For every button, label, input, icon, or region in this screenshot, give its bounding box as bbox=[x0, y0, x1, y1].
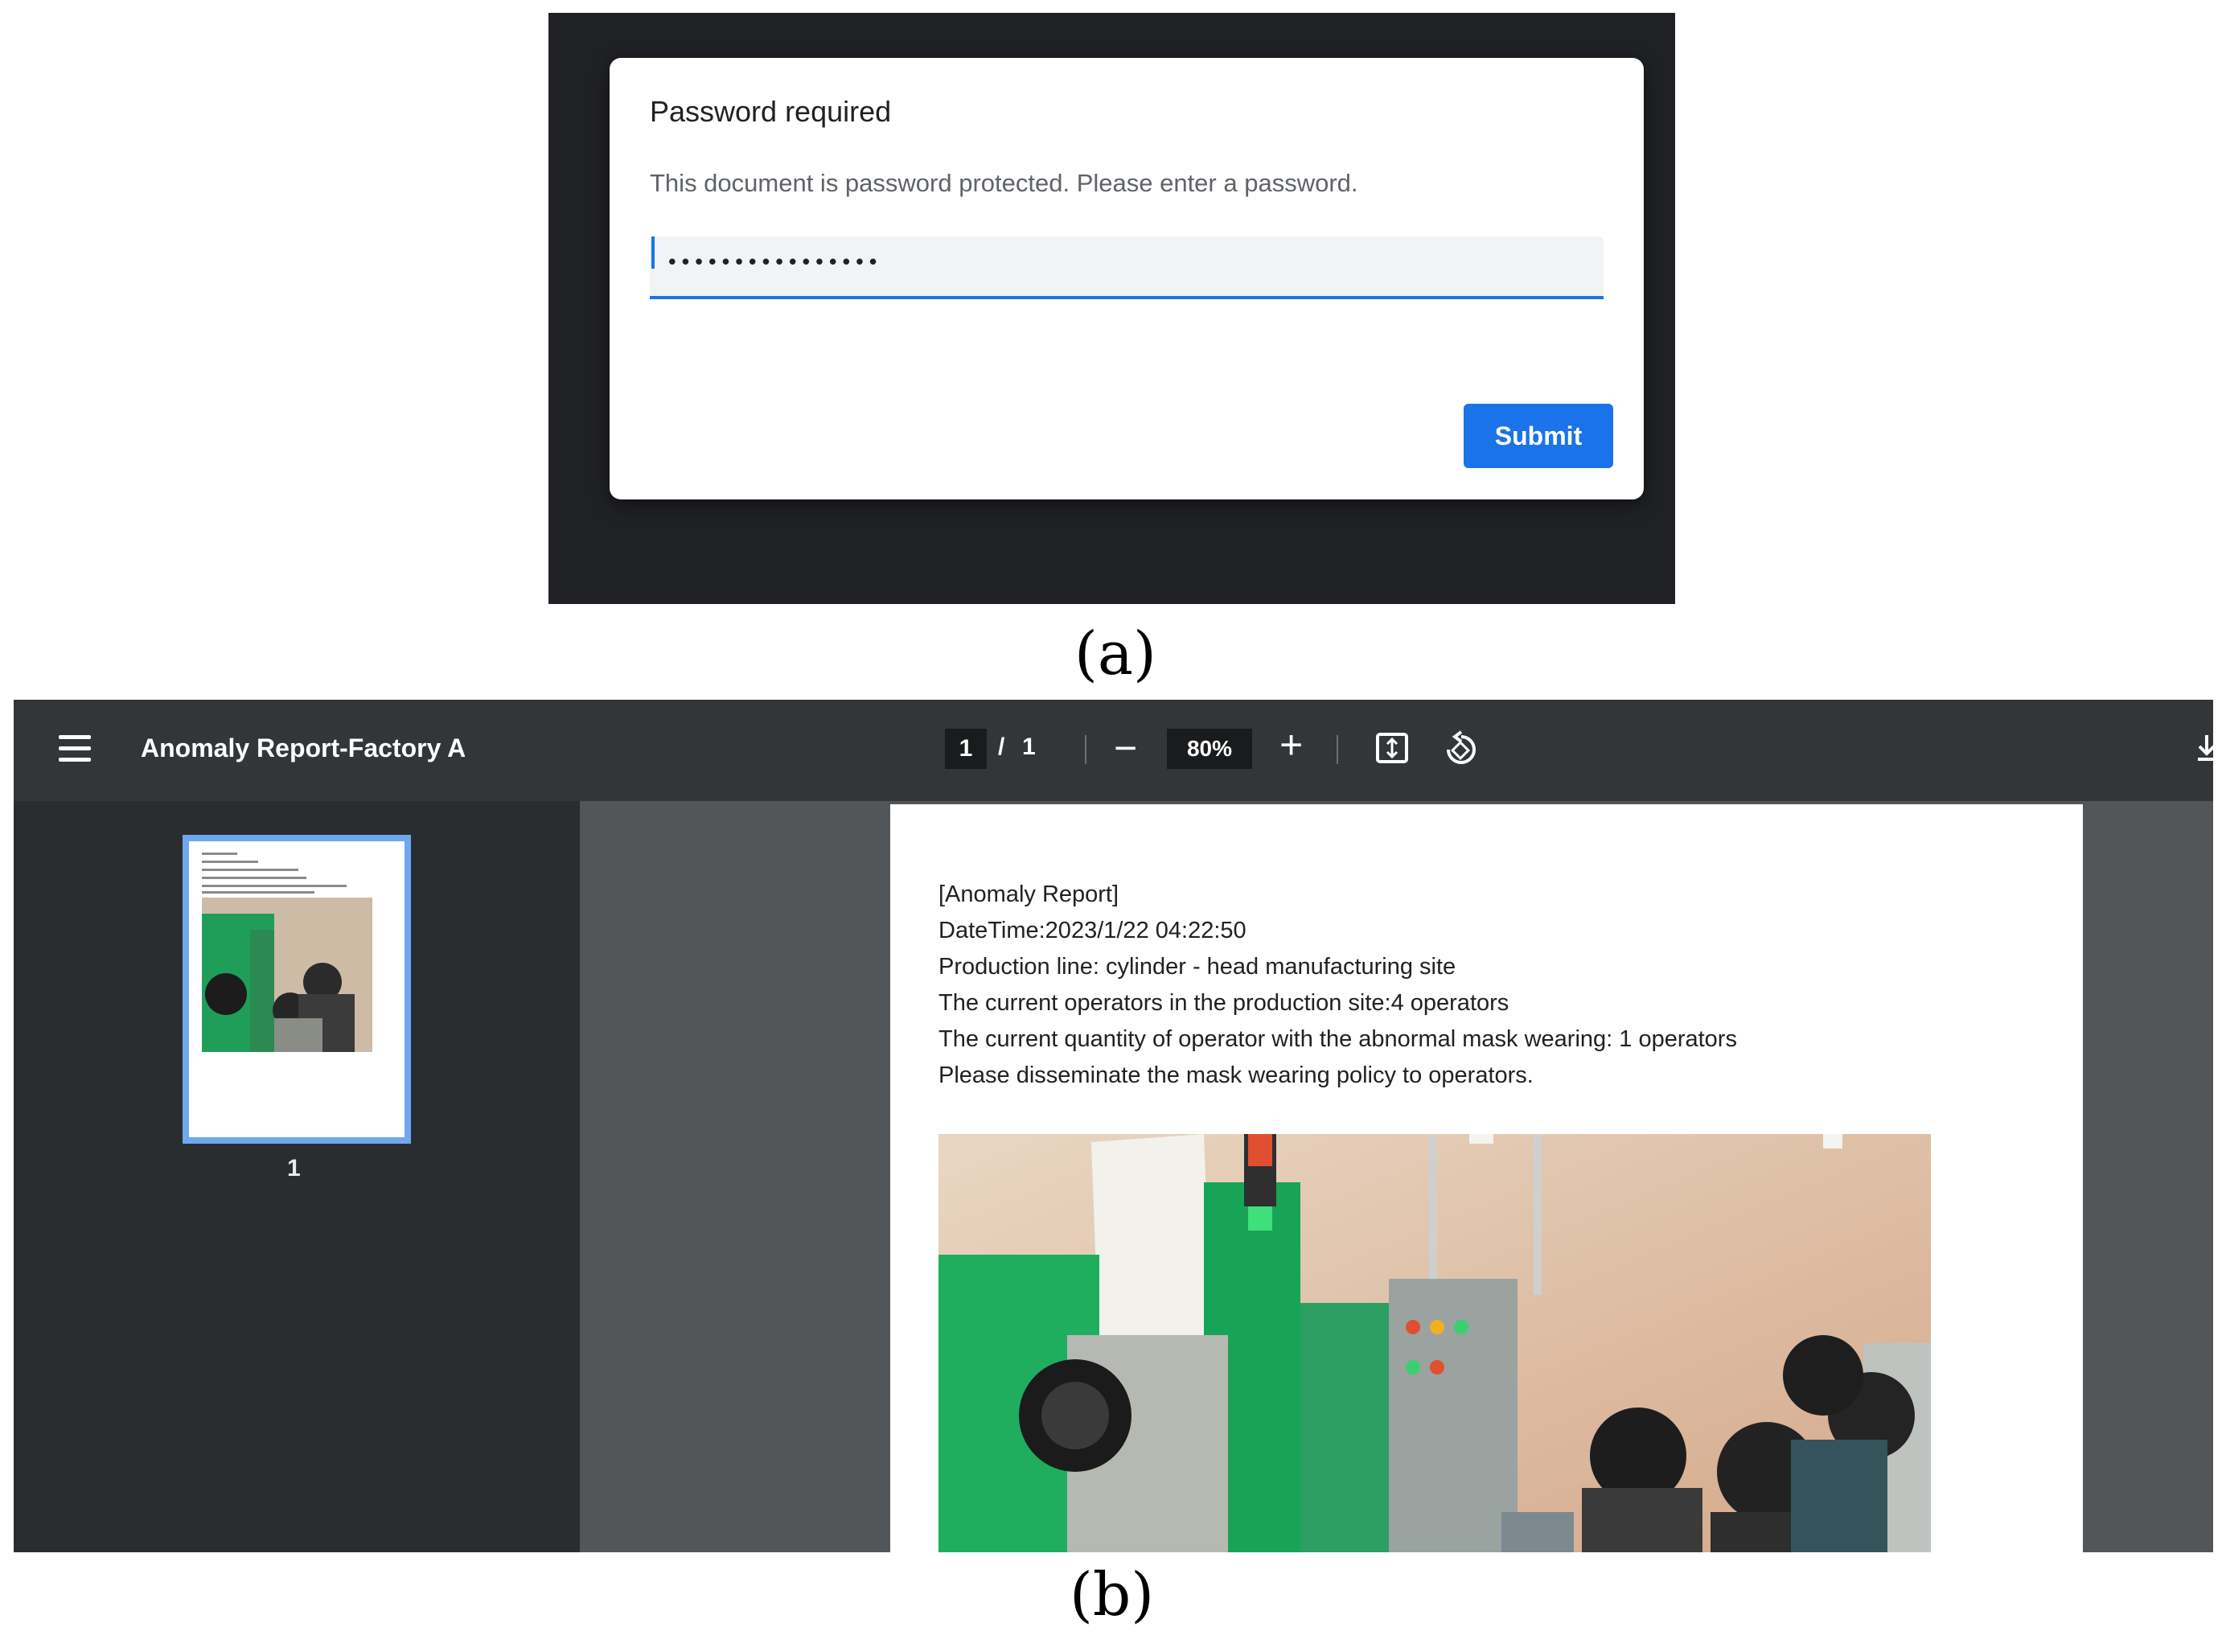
thumbnail-sidebar: 1 bbox=[14, 801, 580, 1552]
password-dialog: Password required This document is passw… bbox=[610, 58, 1644, 499]
download-icon[interactable] bbox=[2195, 732, 2213, 764]
pdf-viewer: Anomaly Report-Factory A 1 / 1 − 80% + 1… bbox=[14, 700, 2213, 1552]
report-operator-count: The current operators in the production … bbox=[938, 990, 1509, 1016]
page-number-input[interactable]: 1 bbox=[945, 729, 987, 769]
report-instruction: Please disseminate the mask wearing poli… bbox=[938, 1062, 1534, 1088]
password-dialog-backdrop: Password required This document is passw… bbox=[548, 13, 1675, 604]
report-abnormal-count: The current quantity of operator with th… bbox=[938, 1026, 1737, 1052]
text-caret bbox=[651, 236, 655, 269]
page-total: 1 bbox=[1022, 734, 1036, 760]
thumbnail-photo bbox=[202, 898, 372, 1052]
password-mask: •••••••••••••••• bbox=[666, 251, 881, 275]
report-production-line: Production line: cylinder - head manufac… bbox=[938, 954, 1456, 980]
zoom-in-button[interactable]: + bbox=[1279, 721, 1303, 769]
page-separator: / bbox=[998, 734, 1005, 760]
thumbnail-label: 1 bbox=[287, 1155, 301, 1181]
menu-icon[interactable] bbox=[59, 735, 91, 762]
password-input[interactable]: •••••••••••••••• bbox=[650, 236, 1604, 299]
submit-button[interactable]: Submit bbox=[1464, 404, 1613, 468]
document-page: [Anomaly Report] DateTime:2023/1/22 04:2… bbox=[890, 804, 2083, 1552]
dialog-message: This document is password protected. Ple… bbox=[650, 169, 1358, 197]
report-heading: [Anomaly Report] bbox=[938, 881, 1119, 907]
dialog-title: Password required bbox=[650, 95, 892, 128]
caption-b: (b) bbox=[1070, 1560, 1155, 1629]
toolbar-divider bbox=[1337, 735, 1338, 764]
caption-a: (a) bbox=[1074, 619, 1156, 688]
zoom-out-button[interactable]: − bbox=[1114, 724, 1137, 772]
page-thumbnail[interactable] bbox=[183, 835, 411, 1144]
report-datetime: DateTime:2023/1/22 04:22:50 bbox=[938, 918, 1246, 943]
rotate-icon[interactable] bbox=[1442, 730, 1479, 767]
fit-page-icon[interactable] bbox=[1375, 732, 1409, 764]
viewer-toolbar: Anomaly Report-Factory A 1 / 1 − 80% + bbox=[14, 700, 2213, 801]
toolbar-divider bbox=[1085, 735, 1086, 764]
zoom-level-input[interactable]: 80% bbox=[1167, 729, 1252, 769]
document-title: Anomaly Report-Factory A bbox=[141, 734, 466, 762]
report-text: [Anomaly Report] DateTime:2023/1/22 04:2… bbox=[938, 877, 1737, 1094]
factory-photo bbox=[938, 1134, 1931, 1552]
